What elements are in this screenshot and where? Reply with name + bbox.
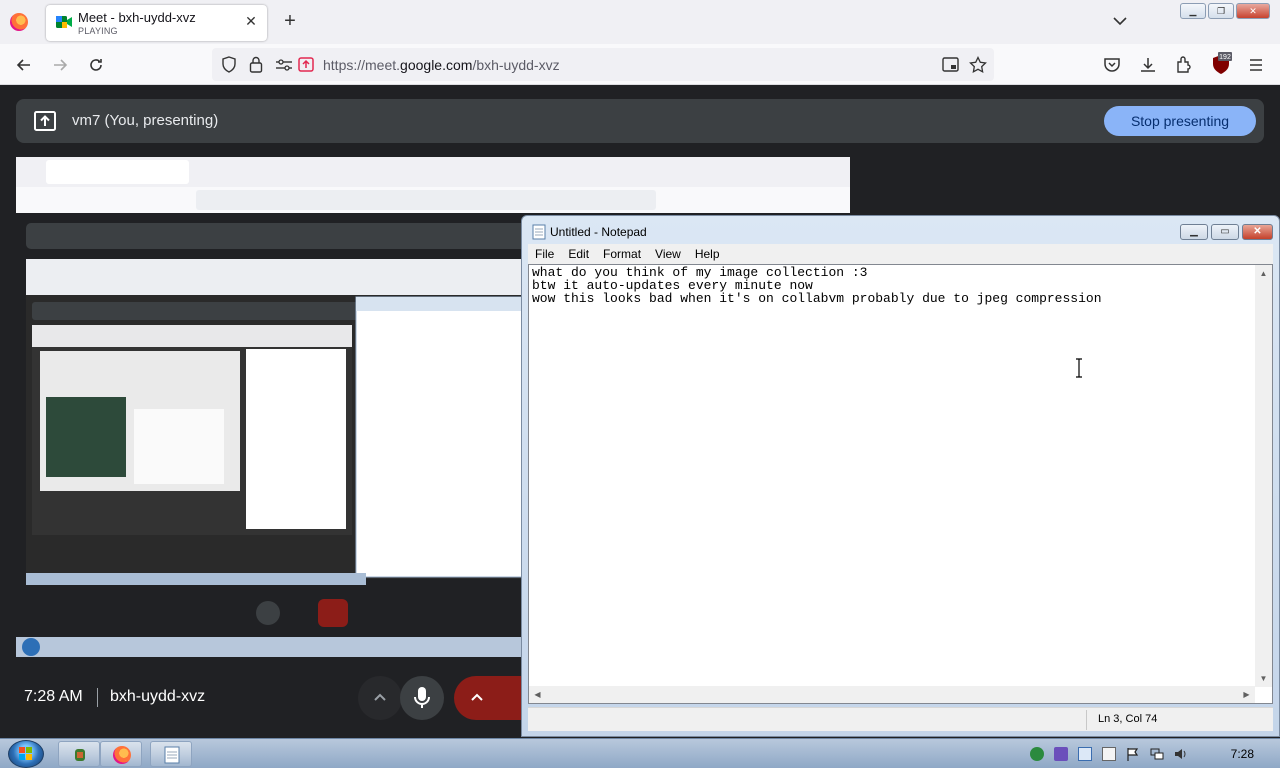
close-window-icon[interactable]: ✕ — [1236, 3, 1270, 19]
tab-close-icon[interactable]: ✕ — [243, 13, 259, 29]
chevron-up-icon — [471, 693, 483, 701]
taskbar-clock[interactable]: 7:28 — [1231, 747, 1254, 761]
notepad-status-bar: Ln 3, Col 74 — [528, 707, 1273, 731]
firefox-icon — [113, 746, 131, 764]
notepad-title: Untitled - Notepad — [550, 225, 647, 239]
system-tray: 7:28 — [1022, 739, 1280, 768]
text-cursor-icon — [1076, 358, 1082, 378]
scroll-right-icon[interactable]: ▶ — [1238, 686, 1255, 703]
tab-title: Meet - bxh-uydd-xvz — [78, 10, 196, 25]
audio-settings-button[interactable] — [358, 676, 402, 720]
stop-presenting-button[interactable]: Stop presenting — [1104, 106, 1256, 136]
microphone-tray-icon[interactable] — [1054, 747, 1068, 761]
vertical-scrollbar[interactable]: ▲ ▼ — [1255, 265, 1272, 687]
notepad-window-controls: ▁ ▭ ✕ — [1180, 224, 1273, 240]
reload-icon[interactable] — [86, 55, 106, 75]
notepad-content[interactable]: what do you think of my image collection… — [532, 266, 1102, 305]
bug-app-icon — [75, 749, 85, 761]
meeting-info-divider — [97, 688, 98, 707]
list-all-tabs-icon[interactable] — [1111, 12, 1129, 30]
cursor-position: Ln 3, Col 74 — [1098, 713, 1158, 725]
windows-logo-icon — [19, 747, 32, 760]
presenting-banner: vm7 (You, presenting) Stop presenting — [16, 99, 1264, 143]
window-controls: ▁ ❐ ✕ — [1180, 3, 1270, 19]
ublock-origin-icon[interactable]: 192 — [1210, 52, 1232, 76]
extensions-icon[interactable] — [1174, 55, 1194, 75]
camera-settings-button[interactable] — [454, 676, 524, 720]
document-tray-icon[interactable] — [1102, 747, 1116, 761]
url-domain: google.com — [400, 57, 473, 73]
meeting-code: bxh-uydd-xvz — [110, 688, 206, 705]
ublock-badge-count: 192 — [1219, 54, 1231, 61]
notepad-close-icon[interactable]: ✕ — [1242, 224, 1273, 240]
bookmark-star-icon[interactable] — [969, 56, 987, 74]
display-tray-icon[interactable] — [1078, 747, 1092, 761]
scroll-down-icon[interactable]: ▼ — [1255, 670, 1272, 687]
status-divider — [1086, 710, 1087, 730]
browser-tab-bar: Meet - bxh-uydd-xvz PLAYING ✕ + ▁ ❐ ✕ — [0, 0, 1280, 44]
microphone-button[interactable] — [400, 676, 444, 720]
notepad-minimize-icon[interactable]: ▁ — [1180, 224, 1208, 240]
google-meet-icon — [56, 16, 72, 28]
downloads-icon[interactable] — [1138, 55, 1158, 75]
taskbar-app-collabvm[interactable] — [58, 741, 100, 767]
minimize-icon[interactable]: ▁ — [1180, 3, 1206, 19]
menu-file[interactable]: File — [528, 244, 561, 264]
url-text: https://meet.google.com/bxh-uydd-xvz — [323, 57, 560, 73]
back-icon[interactable] — [14, 55, 34, 75]
notepad-text-area[interactable]: what do you think of my image collection… — [528, 264, 1273, 704]
windows-taskbar: 7:28 — [0, 738, 1280, 768]
action-center-flag-icon[interactable] — [1126, 747, 1140, 761]
present-screen-icon — [34, 111, 56, 131]
permissions-icon[interactable] — [275, 57, 293, 73]
new-tab-icon[interactable]: + — [281, 11, 299, 33]
notepad-menubar: File Edit Format View Help — [528, 244, 1273, 264]
presenting-label: vm7 (You, presenting) — [72, 112, 219, 129]
browser-nav-bar: https://meet.google.com/bxh-uydd-xvz 192 — [0, 44, 1280, 85]
menu-help[interactable]: Help — [688, 244, 727, 264]
volume-icon[interactable] — [1174, 747, 1188, 761]
horizontal-scrollbar[interactable]: ◀ ▶ — [529, 686, 1255, 703]
tab-playing-label: PLAYING — [78, 26, 118, 36]
chevron-up-icon — [374, 693, 386, 701]
pocket-icon[interactable] — [1102, 55, 1122, 75]
microphone-icon — [414, 687, 430, 708]
scroll-up-icon[interactable]: ▲ — [1255, 265, 1272, 282]
notepad-icon — [532, 224, 546, 240]
menu-edit[interactable]: Edit — [561, 244, 596, 264]
notepad-maximize-icon[interactable]: ▭ — [1211, 224, 1239, 240]
lock-icon[interactable] — [249, 56, 263, 73]
application-menu-icon[interactable] — [1246, 55, 1266, 75]
network-icon[interactable] — [1150, 747, 1164, 761]
picture-in-picture-icon[interactable] — [942, 57, 959, 73]
notepad-taskbar-icon — [164, 746, 180, 764]
screen-sharing-indicator-icon[interactable] — [298, 57, 314, 72]
url-path: /bxh-uydd-xvz — [472, 57, 560, 73]
meeting-time: 7:28 AM — [24, 688, 83, 705]
tab-meet[interactable]: Meet - bxh-uydd-xvz PLAYING ✕ — [46, 5, 267, 41]
menu-format[interactable]: Format — [596, 244, 648, 264]
start-button[interactable] — [8, 740, 44, 768]
url-bar[interactable]: https://meet.google.com/bxh-uydd-xvz — [212, 48, 994, 81]
menu-view[interactable]: View — [648, 244, 688, 264]
network-globe-icon[interactable] — [1030, 747, 1044, 761]
tracking-protection-shield-icon[interactable] — [221, 56, 237, 73]
firefox-logo-icon — [10, 13, 28, 31]
restore-icon[interactable]: ❐ — [1208, 3, 1234, 19]
taskbar-app-notepad[interactable] — [150, 741, 192, 767]
notepad-window: Untitled - Notepad ▁ ▭ ✕ File Edit Forma… — [521, 215, 1280, 737]
url-prefix: https://meet. — [323, 57, 401, 73]
forward-icon[interactable] — [50, 55, 70, 75]
taskbar-app-firefox[interactable] — [100, 741, 142, 767]
scroll-left-icon[interactable]: ◀ — [529, 686, 546, 703]
